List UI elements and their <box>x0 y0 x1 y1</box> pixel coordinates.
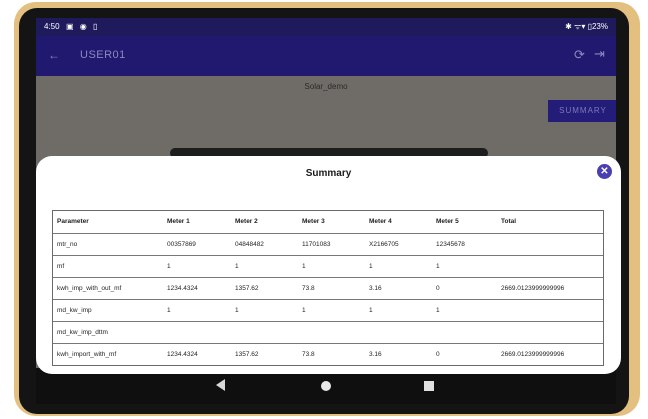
table-cell: 00357869 <box>167 241 196 248</box>
table-cell: 2669.0123999999996 <box>501 351 565 358</box>
table-cell: 1 <box>167 263 171 270</box>
page-subtitle: Solar_demo <box>304 82 348 91</box>
table-cell: 1234.4324 <box>167 285 198 292</box>
table-cell <box>501 234 605 256</box>
table-cell: 1 <box>436 307 440 314</box>
table-cell <box>369 322 435 344</box>
nav-recents-icon[interactable] <box>424 381 434 391</box>
table-cell: md_kw_imp <box>57 307 92 314</box>
table-cell: md_kw_imp_dttm <box>57 329 108 336</box>
status-system-icons: ✱ ᯤ▾ ▯23% <box>565 22 608 31</box>
status-time: 4:50 <box>44 22 60 31</box>
table-cell <box>235 322 301 344</box>
table-row: kwh_import_with_mf 1234.4324 1357.62 73.… <box>53 343 603 365</box>
table-cell: X2166705 <box>369 241 399 248</box>
nav-back-icon[interactable] <box>216 379 225 391</box>
table-cell: 1 <box>167 307 171 314</box>
summary-table: Parameter Meter 1 Meter 2 Meter 3 Meter … <box>52 210 604 366</box>
table-row: kwh_imp_with_out_mf 1234.4324 1357.62 73… <box>53 277 603 299</box>
table-cell: 1234.4324 <box>167 351 198 358</box>
table-cell: 1 <box>235 307 239 314</box>
table-cell: 73.8 <box>302 285 315 292</box>
summary-button[interactable]: SUMMARY <box>548 100 616 122</box>
column-header: Total <box>501 218 517 225</box>
column-header: Meter 4 <box>369 218 392 225</box>
status-notification-icons: ▣ ◉ ▯ <box>66 22 100 31</box>
column-header: Parameter <box>57 218 89 225</box>
app-bar-title: USER01 <box>80 49 126 61</box>
arrow-left-icon[interactable]: ← <box>48 48 60 62</box>
table-cell: 0 <box>436 285 440 292</box>
table-cell: kwh_import_with_mf <box>57 351 117 358</box>
table-cell <box>501 256 605 278</box>
dialog-title: Summary <box>305 168 352 179</box>
table-cell: 04848482 <box>235 241 264 248</box>
logout-icon[interactable]: ⇥ <box>594 46 605 62</box>
close-icon[interactable]: ✕ <box>597 164 612 179</box>
table-cell: mtr_no <box>57 241 78 248</box>
table-cell: 12345678 <box>436 241 465 248</box>
table-cell: 1357.62 <box>235 285 259 292</box>
table-cell <box>436 322 498 344</box>
table-cell: 1 <box>369 263 373 270</box>
status-bar: 4:50 ▣ ◉ ▯ ✱ ᯤ▾ ▯23% <box>36 18 616 36</box>
table-cell: 3.16 <box>369 285 382 292</box>
table-row: mf 1 1 1 1 1 <box>53 255 603 277</box>
table-cell: 1357.62 <box>235 351 259 358</box>
column-header: Meter 3 <box>302 218 325 225</box>
table-row: md_kw_imp 1 1 1 1 1 <box>53 299 603 321</box>
table-cell: 1 <box>369 307 373 314</box>
table-cell <box>501 300 605 322</box>
refresh-icon[interactable]: ⟳ <box>574 47 585 63</box>
nav-home-icon[interactable] <box>321 381 331 391</box>
table-cell: kwh_imp_with_out_mf <box>57 285 122 292</box>
column-header: Meter 5 <box>436 218 459 225</box>
table-cell: 0 <box>436 351 440 358</box>
table-cell: mf <box>57 263 65 270</box>
table-cell: 1 <box>235 263 239 270</box>
table-cell <box>501 322 605 344</box>
column-header: Meter 1 <box>167 218 190 225</box>
table-cell: 73.8 <box>302 351 315 358</box>
table-cell: 1 <box>436 263 440 270</box>
summary-dialog: Summary ✕ Parameter Meter 1 Meter 2 Mete… <box>36 156 621 374</box>
table-cell: 1 <box>302 307 306 314</box>
column-header: Meter 2 <box>235 218 258 225</box>
table-cell: 1 <box>302 263 306 270</box>
table-cell: 3.16 <box>369 351 382 358</box>
table-cell <box>167 322 233 344</box>
table-header-row: Parameter Meter 1 Meter 2 Meter 3 Meter … <box>53 211 603 233</box>
table-cell <box>302 322 368 344</box>
table-row: mtr_no 00357869 04848482 11701083 X21667… <box>53 233 603 255</box>
app-bar: ← USER01 ⟳ ⇥ <box>36 36 616 76</box>
table-row: md_kw_imp_dttm <box>53 321 603 343</box>
table-cell: 2669.0123999999996 <box>501 285 565 292</box>
table-cell: 11701083 <box>302 241 331 248</box>
